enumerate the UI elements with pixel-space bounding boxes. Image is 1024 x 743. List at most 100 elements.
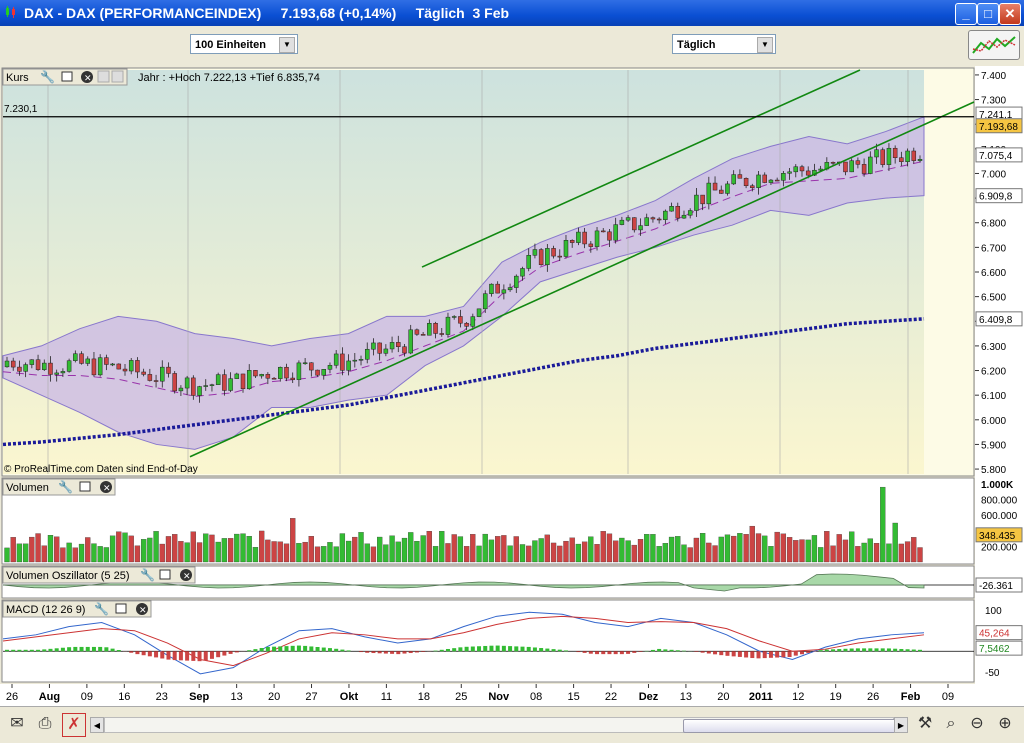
- svg-text:✕: ✕: [139, 605, 147, 615]
- scroll-thumb[interactable]: [683, 719, 905, 733]
- volume-bar: [713, 546, 718, 562]
- macd-histogram-bar: [837, 649, 841, 651]
- scroll-right-button[interactable]: ▶: [894, 717, 908, 733]
- macd-histogram-bar: [61, 648, 65, 651]
- chart-area[interactable]: 26Aug091623Sep132027Okt111825Nov081522De…: [0, 66, 1024, 706]
- macd-histogram-bar: [670, 650, 674, 651]
- candle-body: [800, 167, 804, 171]
- macd-histogram-bar: [396, 651, 400, 654]
- macd-histogram-bar: [278, 646, 282, 651]
- print-icon[interactable]: ⎙: [34, 713, 56, 735]
- candle-body: [48, 363, 52, 374]
- volume-bar: [458, 537, 463, 562]
- candle-body: [30, 360, 34, 365]
- wrench-icon[interactable]: 🔧: [58, 479, 73, 494]
- chart-style-button[interactable]: [968, 30, 1020, 60]
- wrench-icon[interactable]: 🔧: [94, 601, 109, 616]
- macd-histogram-bar: [272, 647, 276, 652]
- volume-bar: [470, 534, 475, 562]
- candle-body: [297, 363, 301, 380]
- wrench-icon[interactable]: 🔧: [140, 567, 155, 582]
- volume-bar: [849, 532, 854, 562]
- candle-body: [204, 386, 208, 387]
- minimize-button[interactable]: _: [955, 3, 977, 25]
- candle-body: [576, 232, 580, 243]
- scroll-left-button[interactable]: ◀: [90, 717, 104, 733]
- volume-bar: [123, 533, 128, 562]
- macd-histogram-bar: [601, 651, 605, 654]
- y-tick-label: 7.300: [981, 96, 1006, 107]
- macd-tick-label: -50: [985, 668, 1000, 679]
- macd-histogram-bar: [409, 651, 413, 653]
- volume-bar: [365, 544, 370, 562]
- macd-histogram-bar: [309, 646, 313, 651]
- macd-histogram-bar: [632, 651, 636, 653]
- window-icon[interactable]: [116, 604, 126, 613]
- volume-bar: [371, 547, 376, 562]
- candle-body: [564, 240, 568, 256]
- volume-bar: [675, 536, 680, 562]
- volume-bar: [855, 546, 860, 562]
- candle-body: [614, 225, 618, 241]
- x-tick-label: 2011: [749, 691, 773, 703]
- volume-bar: [799, 540, 804, 562]
- volume-bar: [253, 547, 258, 562]
- window-icon[interactable]: [160, 570, 170, 579]
- price-info-text: Jahr : +Hoch 7.222,13 +Tief 6.835,74: [138, 72, 320, 84]
- volume-bar: [60, 548, 65, 562]
- chevron-down-icon[interactable]: ▼: [279, 37, 295, 53]
- wrench-icon[interactable]: 🔧: [40, 69, 55, 84]
- hline-label: 7.230,1: [4, 104, 38, 115]
- candle-body: [713, 183, 717, 190]
- volume-bar: [657, 546, 662, 562]
- window-icon[interactable]: [80, 482, 90, 491]
- arrow-up-icon[interactable]: [98, 71, 109, 82]
- volume-bar: [67, 543, 72, 562]
- time-scrollbar[interactable]: [104, 717, 894, 733]
- candle-body: [359, 359, 363, 360]
- zoom-in-icon[interactable]: ⊕: [994, 713, 1016, 735]
- mail-icon[interactable]: ✉: [6, 713, 28, 735]
- candle-body: [688, 211, 692, 216]
- line-chart-icon: [969, 31, 1019, 59]
- zoom-fit-icon[interactable]: ⌕: [940, 713, 962, 735]
- candle-body: [663, 211, 667, 220]
- x-axis: 26Aug091623Sep132027Okt111825Nov081522De…: [0, 684, 1024, 706]
- volume-bar: [85, 537, 90, 562]
- volume-bar: [129, 536, 134, 562]
- candle-body: [322, 369, 326, 375]
- candle-body: [626, 218, 630, 221]
- y-axis: 7.4007.3007.2007.1007.0006.9006.8006.700…: [975, 66, 1024, 706]
- window-icon[interactable]: [62, 72, 72, 81]
- volume-bar: [154, 531, 159, 562]
- chevron-down-icon[interactable]: ▼: [757, 37, 773, 53]
- close-button[interactable]: ✕: [999, 3, 1021, 25]
- macd-histogram-bar: [701, 651, 705, 652]
- macd-histogram-bar: [458, 647, 462, 651]
- candle-body: [775, 180, 779, 181]
- y-tick-label: 6.000: [981, 416, 1006, 427]
- zoom-out-icon[interactable]: ⊖: [966, 713, 988, 735]
- candle-body: [210, 385, 214, 386]
- candle-body: [806, 171, 810, 175]
- candle-body: [241, 374, 245, 389]
- volume-bar: [893, 523, 898, 562]
- macd-panel-label: MACD (12 26 9): [6, 604, 85, 616]
- volume-bar: [346, 541, 351, 562]
- volume-bar: [489, 540, 494, 562]
- disconnect-icon[interactable]: ✗: [62, 713, 86, 737]
- candle-body: [651, 218, 655, 219]
- x-tick-label: 15: [567, 691, 579, 703]
- chart-tool-icon[interactable]: ⚒: [914, 713, 936, 735]
- volume-bar: [508, 546, 513, 562]
- macd-histogram-bar: [769, 651, 773, 658]
- period-select[interactable]: Täglich ▼: [672, 34, 776, 54]
- macd-histogram-bar: [489, 646, 493, 652]
- macd-histogram-bar: [160, 651, 164, 658]
- candle-body: [912, 151, 916, 161]
- volume-bar: [377, 537, 382, 562]
- units-select[interactable]: 100 Einheiten ▼: [190, 34, 298, 54]
- maximize-button[interactable]: □: [977, 3, 999, 25]
- macd-histogram-bar: [378, 651, 382, 653]
- arrow-down-icon[interactable]: [112, 71, 123, 82]
